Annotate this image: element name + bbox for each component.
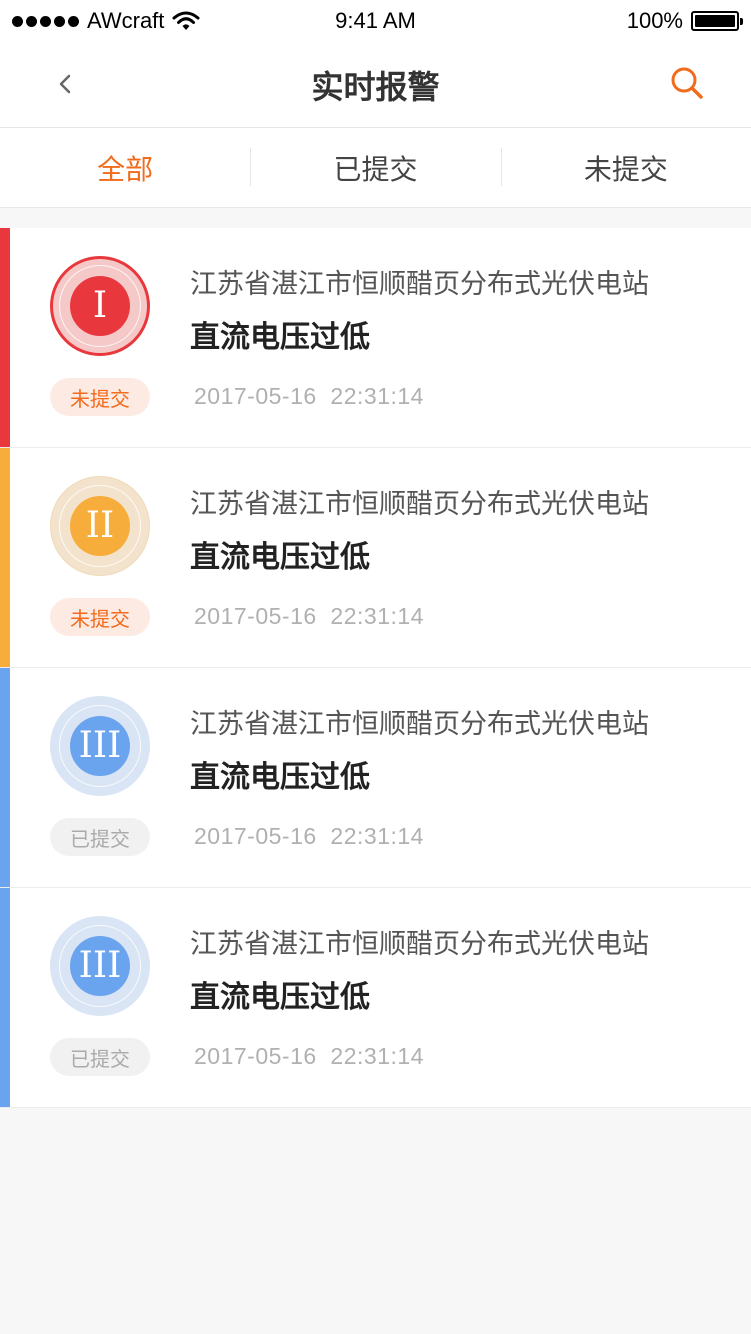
alarm-timestamp: 2017-05-16 22:31:14 [194,1043,424,1069]
level-color-bar [0,668,10,887]
alarm-level-numeral: III [70,936,130,996]
filter-tabs: 全部 已提交 未提交 [0,128,751,208]
alarm-type: 直流电压过低 [190,320,370,355]
level-color-bar [0,888,10,1107]
alarm-level-badge-icon: I [50,256,150,356]
station-name: 江苏省湛江市恒顺醋页分布式光伏电站 [190,489,649,520]
page-title: 实时报警 [311,68,440,106]
tab-submitted[interactable]: 已提交 [250,128,500,207]
alarm-type: 直流电压过低 [190,540,370,575]
alarm-timestamp: 2017-05-16 22:31:14 [194,603,424,629]
alarm-level-numeral: II [70,496,130,556]
alarm-list-item[interactable]: III 已提交 江苏省湛江市恒顺醋页分布式光伏电站 直流电压过低 2017-05… [0,888,751,1108]
station-name: 江苏省湛江市恒顺醋页分布式光伏电站 [190,709,649,740]
alarm-level-badge-icon: III [50,696,150,796]
battery-icon [691,11,743,31]
alarm-timestamp: 2017-05-16 22:31:14 [194,823,424,849]
alarm-level-badge-icon: II [50,476,150,576]
search-button[interactable] [667,64,707,104]
alarm-list-item[interactable]: I 未提交 江苏省湛江市恒顺醋页分布式光伏电站 直流电压过低 2017-05-1… [0,228,751,448]
submission-status-badge: 未提交 [50,378,150,416]
alarm-level-numeral: III [70,716,130,776]
submission-status-badge: 已提交 [50,1038,150,1076]
alarm-list-item[interactable]: III 已提交 江苏省湛江市恒顺醋页分布式光伏电站 直流电压过低 2017-05… [0,668,751,888]
alarm-level-numeral: I [70,276,130,336]
level-color-bar [0,228,10,447]
station-name: 江苏省湛江市恒顺醋页分布式光伏电站 [190,269,649,300]
search-icon [671,67,703,99]
tab-all[interactable]: 全部 [0,128,250,207]
status-bar: AWcraft 9:41 AM 100% [0,0,751,40]
tab-unsubmitted[interactable]: 未提交 [500,128,751,207]
submission-status-badge: 已提交 [50,818,150,856]
status-right: 100% [626,8,743,34]
station-name: 江苏省湛江市恒顺醋页分布式光伏电站 [190,929,649,960]
alarm-type: 直流电压过低 [190,760,370,795]
alarm-list: I 未提交 江苏省湛江市恒顺醋页分布式光伏电站 直流电压过低 2017-05-1… [0,228,751,1108]
alarm-level-badge-icon: III [50,916,150,1016]
alarm-timestamp: 2017-05-16 22:31:14 [194,383,424,409]
submission-status-badge: 未提交 [50,598,150,636]
alarm-list-item[interactable]: II 未提交 江苏省湛江市恒顺醋页分布式光伏电站 直流电压过低 2017-05-… [0,448,751,668]
battery-percent: 100% [626,8,683,33]
alarm-type: 直流电压过低 [190,980,370,1015]
navigation-bar: 实时报警 [0,40,751,128]
level-color-bar [0,448,10,667]
